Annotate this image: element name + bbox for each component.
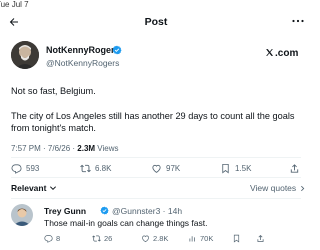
- reply-reply-count: 8: [56, 234, 61, 243]
- reply-reply-button[interactable]: 8: [44, 234, 60, 243]
- tweet-text-line-1: Not so fast, Belgium.: [11, 86, 96, 96]
- x-logo-icon: [265, 48, 274, 57]
- sort-label: Relevant: [11, 183, 47, 193]
- heart-icon: [142, 235, 149, 243]
- author-link-text: .com: [275, 48, 299, 59]
- tweet-meta: 7:57 PM · 7/6/26 · 2.3M Views: [11, 144, 119, 153]
- tweet-time[interactable]: 7:57 PM: [11, 144, 41, 153]
- reply-views-count: 70K: [200, 234, 214, 243]
- tweet-date[interactable]: 7/6/26: [48, 144, 70, 153]
- status-date: Tue Jul 7: [0, 0, 29, 9]
- reply-count: 593: [26, 164, 40, 173]
- repost-button[interactable]: 6.8K: [80, 163, 111, 174]
- reply-bookmark-button[interactable]: [232, 234, 244, 243]
- view-quotes-link[interactable]: View quotes: [250, 183, 306, 193]
- sort-dropdown[interactable]: Relevant: [11, 183, 57, 193]
- reply-avatar[interactable]: [11, 204, 33, 226]
- reply-repost-count: 26: [104, 234, 113, 243]
- verified-badge-icon: [100, 206, 109, 215]
- divider: [11, 177, 301, 178]
- views-chart-icon: [189, 236, 195, 242]
- reply-icon: [44, 235, 53, 243]
- like-button[interactable]: 97K: [151, 163, 180, 174]
- avatar[interactable]: [11, 41, 39, 69]
- share-button[interactable]: [289, 163, 304, 174]
- reply-button[interactable]: 593: [11, 163, 39, 174]
- author-name[interactable]: NotKennyRogers: [46, 45, 120, 55]
- reply-views-button[interactable]: 70K: [188, 234, 213, 243]
- reply-avatar-image: [11, 204, 33, 226]
- share-icon: [257, 234, 264, 242]
- divider: [11, 157, 301, 158]
- tweet-text-line-3: from tonight's match.: [11, 123, 96, 133]
- more-button[interactable]: [290, 15, 306, 27]
- repost-count: 6.8K: [95, 164, 112, 173]
- view-quotes-label: View quotes: [250, 183, 297, 193]
- reply-like-count: 2.8K: [153, 234, 169, 243]
- share-icon: [290, 164, 299, 173]
- views-count: 2.3M: [77, 144, 96, 153]
- bookmark-icon: [233, 234, 240, 243]
- author-handle[interactable]: @NotKennyRogers: [46, 58, 119, 68]
- tweet-text-line-2: The city of Los Angeles still has anothe…: [11, 111, 295, 121]
- bookmark-button[interactable]: 1.5K: [220, 163, 251, 174]
- divider: [11, 198, 301, 199]
- reply-like-button[interactable]: 2.8K: [141, 234, 168, 243]
- reply-author-handle[interactable]: @Gunnster3 · 14h: [112, 206, 182, 216]
- author-link[interactable]: .com: [265, 48, 298, 59]
- reply-text: Those mail-in goals can change things fa…: [44, 218, 208, 228]
- bookmark-count: 1.5K: [235, 164, 252, 173]
- bookmark-icon: [222, 163, 229, 174]
- like-count: 97K: [166, 164, 181, 173]
- verified-badge-icon: [112, 45, 122, 55]
- chevron-right-icon: [301, 185, 305, 191]
- reply-author-name[interactable]: Trey Gunn: [44, 206, 86, 216]
- heart-icon: [152, 164, 161, 173]
- reply-share-button[interactable]: [256, 234, 268, 243]
- reply-repost-button[interactable]: 26: [92, 234, 112, 243]
- repost-icon: [92, 235, 101, 242]
- more-horizontal-icon: [292, 19, 304, 23]
- avatar-image: [11, 41, 39, 69]
- repost-icon: [80, 164, 91, 173]
- page-title: Post: [144, 16, 168, 28]
- views-label: Views: [97, 144, 119, 153]
- chevron-down-icon: [50, 186, 57, 191]
- reply-icon: [11, 164, 22, 174]
